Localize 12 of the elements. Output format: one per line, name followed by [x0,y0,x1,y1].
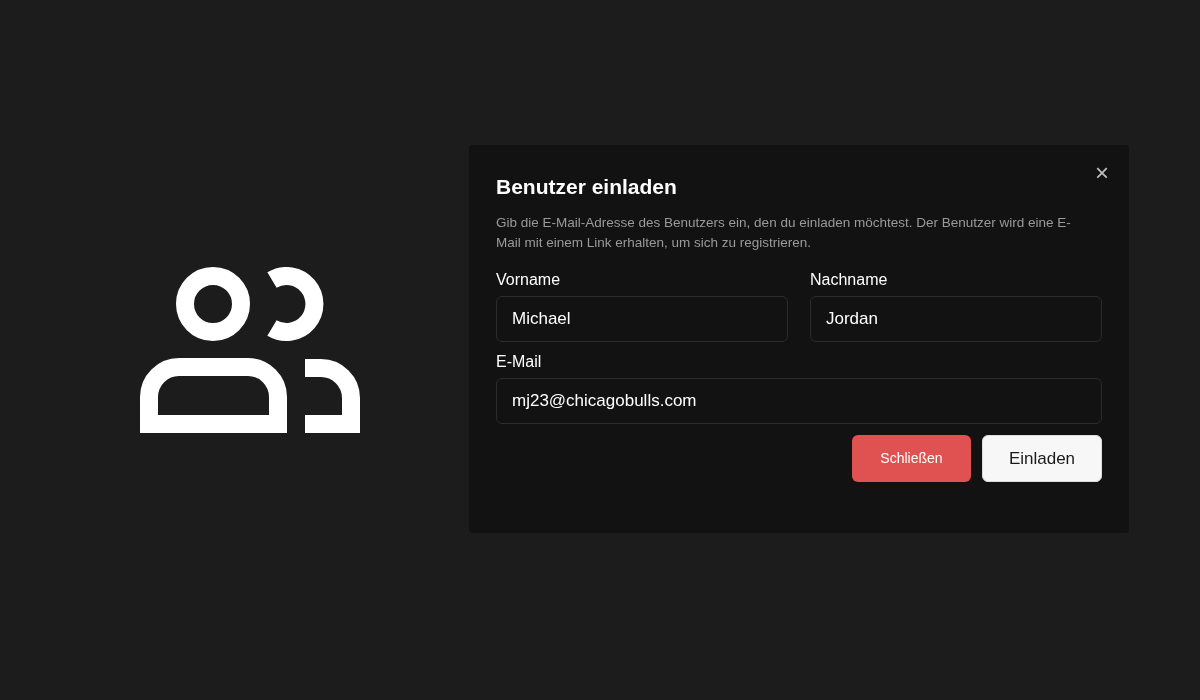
field-label: Nachname [810,270,889,290]
dialog-title: Benutzer einladen [496,174,678,200]
field-label: Vorname [496,270,562,290]
input-field[interactable]: mj23@chicagobulls.com [496,378,1102,424]
field-label: E-Mail [496,352,543,372]
input-field[interactable]: Jordan [810,296,1102,342]
users-icon [140,267,360,433]
close-button[interactable]: Schließen [852,435,971,482]
input-field[interactable]: Michael [496,296,788,342]
invite-button[interactable]: Einladen [982,435,1102,482]
close-button[interactable]: × [1095,161,1109,185]
dialog-description: Gib die E-Mail-Adresse des Benutzers ein, den du einladen möchtest. Der Benutzer wird eine E-Mail mit einem Link erhalten, um sich zu registrieren. [496,214,1072,252]
